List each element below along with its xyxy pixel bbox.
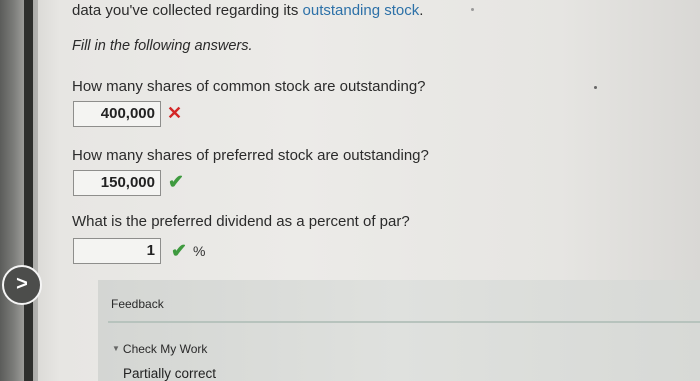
feedback-divider bbox=[108, 321, 700, 323]
question-1-prompt: How many shares of common stock are outs… bbox=[72, 78, 426, 95]
check-my-work-label: Check My Work bbox=[122, 342, 208, 356]
question-2-prompt: How many shares of preferred stock are o… bbox=[72, 147, 429, 164]
outstanding-stock-link[interactable]: outstanding stock bbox=[303, 2, 420, 19]
triangle-down-icon: ▼ bbox=[112, 344, 120, 353]
question-1-answer-field[interactable]: 400,000 bbox=[73, 101, 161, 127]
stray-dot bbox=[594, 86, 597, 89]
stray-dot bbox=[471, 8, 474, 11]
correct-check-icon: ✔ bbox=[171, 241, 187, 262]
incorrect-x-icon: ✕ bbox=[167, 103, 183, 123]
intro-text-after: . bbox=[419, 2, 424, 19]
left-edge-stripe bbox=[24, 0, 33, 381]
check-my-work-toggle[interactable]: ▼ Check My Work bbox=[112, 342, 207, 356]
question-3-answer-field[interactable]: 1 bbox=[73, 238, 161, 264]
feedback-panel: Feedback ▼ Check My Work Partially correc… bbox=[98, 280, 700, 381]
intro-text-before: data you've collected regarding its bbox=[72, 2, 303, 19]
left-edge-bar bbox=[0, 0, 38, 381]
feedback-title: Feedback bbox=[111, 297, 164, 311]
intro-text: data you've collected regarding its outs… bbox=[72, 2, 423, 19]
correct-check-icon: ✔ bbox=[168, 172, 184, 193]
instructions-text: Fill in the following answers. bbox=[72, 38, 253, 54]
next-chevron-button[interactable]: > bbox=[2, 265, 42, 305]
question-2-answer-field[interactable]: 150,000 bbox=[73, 170, 161, 196]
question-3-prompt: What is the preferred dividend as a perc… bbox=[72, 213, 410, 230]
result-status-text: Partially correct bbox=[123, 366, 217, 381]
percent-unit-label: % bbox=[193, 243, 206, 259]
